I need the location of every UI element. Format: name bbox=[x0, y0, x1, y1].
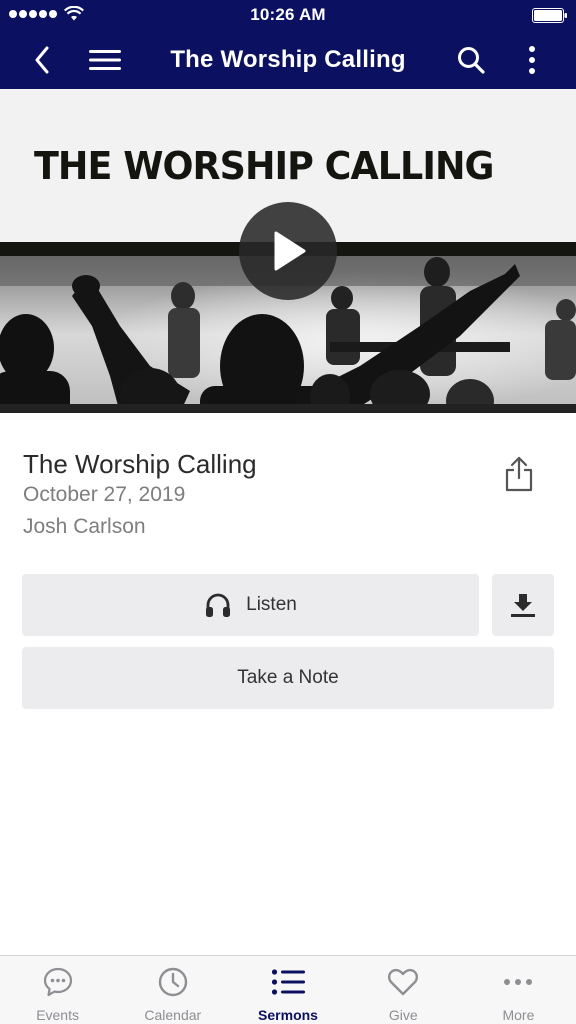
play-icon bbox=[274, 231, 306, 271]
share-button[interactable] bbox=[500, 453, 538, 495]
more-vertical-icon bbox=[529, 45, 535, 74]
listen-label: Listen bbox=[246, 594, 297, 615]
sermon-title: The Worship Calling bbox=[23, 449, 257, 479]
tab-more-label: More bbox=[502, 1007, 535, 1023]
take-note-button[interactable]: Take a Note bbox=[22, 647, 554, 709]
take-note-label: Take a Note bbox=[237, 667, 339, 688]
sermon-speaker: Josh Carlson bbox=[23, 515, 146, 538]
clock-icon bbox=[158, 967, 187, 997]
share-icon bbox=[505, 456, 533, 492]
list-icon bbox=[271, 969, 305, 995]
search-button[interactable] bbox=[450, 30, 492, 89]
more-horizontal-icon bbox=[504, 979, 533, 985]
tab-give[interactable]: Give bbox=[346, 956, 461, 1024]
tab-calendar[interactable]: Calendar bbox=[115, 956, 230, 1024]
tab-sermons[interactable]: Sermons bbox=[230, 956, 345, 1024]
tab-events[interactable]: Events bbox=[0, 956, 115, 1024]
play-button[interactable] bbox=[239, 202, 337, 300]
search-icon bbox=[458, 46, 485, 74]
tab-give-label: Give bbox=[388, 1007, 418, 1023]
heart-icon bbox=[388, 968, 419, 996]
more-options-button[interactable] bbox=[512, 30, 552, 89]
listen-button[interactable]: Listen bbox=[22, 574, 479, 636]
artwork-title: THE WORSHIP CALLING bbox=[34, 144, 494, 188]
download-icon bbox=[511, 594, 535, 617]
download-button[interactable] bbox=[492, 574, 554, 636]
headphones-icon bbox=[206, 593, 231, 617]
status-time: 10:26 AM bbox=[250, 5, 326, 24]
chat-bubble-icon bbox=[43, 967, 72, 997]
tab-more[interactable]: More bbox=[461, 956, 576, 1024]
battery-icon bbox=[532, 8, 567, 23]
tab-sermons-label: Sermons bbox=[258, 1007, 318, 1023]
tab-events-label: Events bbox=[36, 1007, 79, 1023]
tab-bar: Events Calendar Sermons Give More bbox=[0, 955, 576, 1024]
tab-calendar-label: Calendar bbox=[144, 1007, 202, 1023]
navigation-bar: The Worship Calling bbox=[0, 30, 576, 89]
sermon-date: October 27, 2019 bbox=[23, 483, 186, 506]
sermon-artwork: THE WORSHIP CALLING bbox=[0, 89, 576, 413]
status-bar: 10:26 AM bbox=[0, 0, 576, 30]
